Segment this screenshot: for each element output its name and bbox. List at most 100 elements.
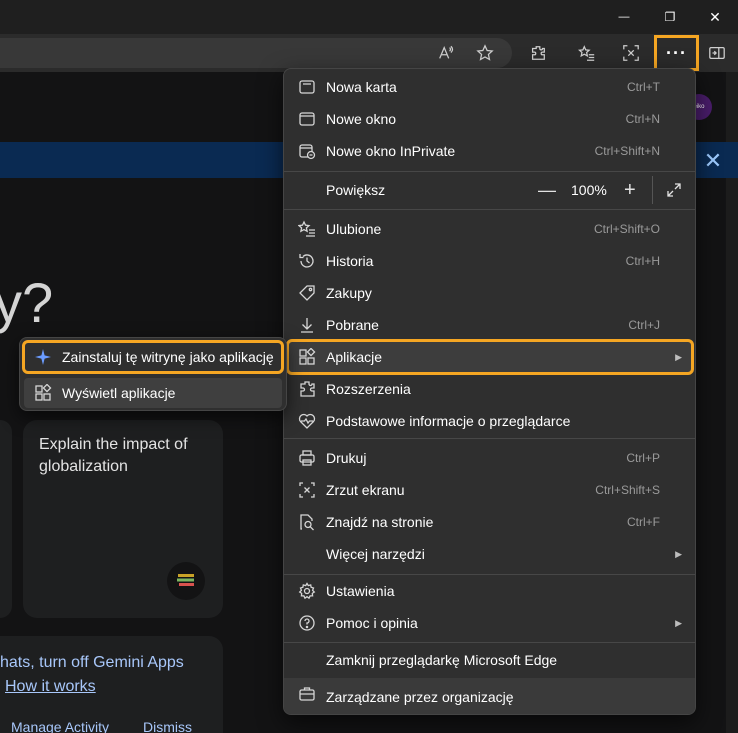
how-it-works-link[interactable]: How it works <box>5 678 96 696</box>
menu-item-label: Powiększ <box>326 182 386 198</box>
favorites-list-icon[interactable] <box>573 40 601 66</box>
menu-item-label: Aplikacje <box>326 349 383 365</box>
chevron-right-icon: ▶ <box>675 548 682 559</box>
printer-icon <box>298 449 316 467</box>
favorites-icon <box>297 220 316 238</box>
gear-icon <box>298 582 316 600</box>
fullscreen-icon[interactable] <box>666 182 682 198</box>
menu-divider <box>284 642 695 643</box>
menu-item-downloads[interactable]: Pobrane Ctrl+J <box>288 309 692 341</box>
menu-item-zoom: Powiększ — 100% + <box>288 174 692 206</box>
menu-item-extensions[interactable]: Rozszerzenia <box>288 373 692 405</box>
more-icon: ··· <box>666 42 687 63</box>
extensions-icon[interactable] <box>524 40 552 66</box>
menu-item-label: Znajdź na stronie <box>326 514 434 530</box>
menu-divider <box>284 438 695 439</box>
apps-icon <box>298 347 316 366</box>
shortcut-text: Ctrl+H <box>625 254 660 268</box>
menu-item-label: Historia <box>326 253 374 269</box>
menu-item-more-tools[interactable]: Więcej narzędzi ▶ <box>288 538 692 570</box>
settings-and-more-menu: Nowa karta Ctrl+T Nowe okno Ctrl+N Nowe … <box>283 68 696 715</box>
menu-item-label: Zarządzane przez organizację <box>326 689 514 705</box>
menu-item-print[interactable]: Drukuj Ctrl+P <box>288 442 692 474</box>
close-window-button[interactable]: ✕ <box>692 0 738 34</box>
sparkle-icon <box>34 348 52 366</box>
menu-item-apps[interactable]: Aplikacje ▶ <box>286 339 694 375</box>
submenu-item-label: Wyświetl aplikacje <box>62 385 176 401</box>
shortcut-text: Ctrl+Shift+S <box>595 483 660 497</box>
menu-item-new-window[interactable]: Nowe okno Ctrl+N <box>288 103 692 135</box>
favorite-star-icon[interactable] <box>471 40 499 66</box>
manage-activity-button[interactable]: Manage Activity <box>11 719 109 733</box>
history-icon <box>298 252 316 270</box>
suggestion-card[interactable] <box>0 420 12 618</box>
close-icon: ✕ <box>703 148 723 173</box>
menu-item-shopping[interactable]: Zakupy <box>288 277 692 309</box>
find-on-page-icon <box>298 513 316 531</box>
restore-button[interactable]: ❐ <box>647 0 693 34</box>
dismiss-button[interactable]: Dismiss <box>143 719 192 733</box>
suggestion-text: Explain the impact of globalization <box>39 436 188 475</box>
shortcut-text: Ctrl+T <box>627 80 660 94</box>
apps-icon <box>34 383 52 402</box>
new-tab-icon <box>298 78 316 96</box>
zoom-out-button[interactable]: — <box>538 180 556 201</box>
menu-item-label: Zamknij przeglądarkę Microsoft Edge <box>326 652 558 668</box>
submenu-item-view-apps[interactable]: Wyświetl aplikacje <box>24 378 282 408</box>
banner-close-button[interactable]: ✕ <box>700 148 726 174</box>
menu-item-history[interactable]: Historia Ctrl+H <box>288 245 692 277</box>
zoom-divider <box>652 176 653 204</box>
chevron-right-icon: ▶ <box>675 351 682 362</box>
read-aloud-icon[interactable] <box>432 40 460 66</box>
menu-item-label: Pomoc i opinia <box>326 615 418 631</box>
activity-notice-text: hats, turn off Gemini Apps <box>0 654 184 671</box>
menu-item-label: Nowe okno <box>326 111 397 127</box>
shortcut-text: Ctrl+F <box>627 515 660 529</box>
settings-and-more-button[interactable]: ··· <box>654 35 699 71</box>
inprivate-icon <box>298 142 316 160</box>
menu-item-settings[interactable]: Ustawienia <box>288 575 692 607</box>
close-icon: ✕ <box>709 8 721 25</box>
menu-item-label: Zrzut ekranu <box>326 482 405 498</box>
menu-divider <box>284 171 695 172</box>
menu-item-new-inprivate[interactable]: Nowe okno InPrivate Ctrl+Shift+N <box>288 135 692 167</box>
submenu-item-label: Zainstaluj tę witrynę jako aplikację <box>62 349 274 365</box>
zoom-level: 100% <box>571 182 607 198</box>
restore-icon: ❐ <box>664 10 676 24</box>
menu-item-find[interactable]: Znajdź na stronie Ctrl+F <box>288 506 692 538</box>
menu-item-label: Pobrane <box>326 317 379 333</box>
submenu-item-install-site-as-app[interactable]: Zainstaluj tę witrynę jako aplikację <box>22 340 284 374</box>
download-icon <box>298 316 316 334</box>
greeting-text: y? <box>0 271 54 334</box>
shortcut-text: Ctrl+N <box>625 112 660 126</box>
shortcut-text: Ctrl+Shift+O <box>593 222 660 236</box>
chevron-right-icon: ▶ <box>675 617 682 628</box>
briefcase-icon <box>298 685 316 703</box>
screenshot-icon[interactable] <box>617 40 645 66</box>
menu-item-managed-by-org[interactable]: Zarządzane przez organizację <box>284 678 695 714</box>
zoom-in-button[interactable]: + <box>624 179 636 202</box>
shortcut-text: Ctrl+P <box>626 451 660 465</box>
tag-icon <box>298 284 316 302</box>
help-icon <box>298 614 316 632</box>
sidebar-icon[interactable] <box>703 40 731 66</box>
menu-item-favorites[interactable]: Ulubione Ctrl+Shift+O <box>288 213 692 245</box>
menu-item-browser-essentials[interactable]: Podstawowe informacje o przeglądarce <box>288 405 692 437</box>
suggestion-card[interactable]: Explain the impact of globalization <box>23 420 223 618</box>
menu-item-new-tab[interactable]: Nowa karta Ctrl+T <box>288 71 692 103</box>
menu-item-label: Drukuj <box>326 450 367 466</box>
minimize-icon: — <box>618 11 630 23</box>
menu-item-label: Zakupy <box>326 285 372 301</box>
extensions-icon <box>298 380 316 398</box>
menu-item-close-edge[interactable]: Zamknij przeglądarkę Microsoft Edge <box>288 644 692 676</box>
menu-item-label: Ustawienia <box>326 583 395 599</box>
apps-submenu: Zainstaluj tę witrynę jako aplikację Wyś… <box>19 337 287 411</box>
minimize-button[interactable]: — <box>601 0 647 34</box>
menu-item-label: Nowe okno InPrivate <box>326 143 456 159</box>
books-icon <box>167 562 205 600</box>
menu-item-screenshot[interactable]: Zrzut ekranu Ctrl+Shift+S <box>288 474 692 506</box>
screenshot-icon <box>298 481 316 499</box>
menu-divider <box>284 209 695 210</box>
title-bar: — ❐ ✕ <box>0 0 738 34</box>
menu-item-help[interactable]: Pomoc i opinia ▶ <box>288 607 692 639</box>
